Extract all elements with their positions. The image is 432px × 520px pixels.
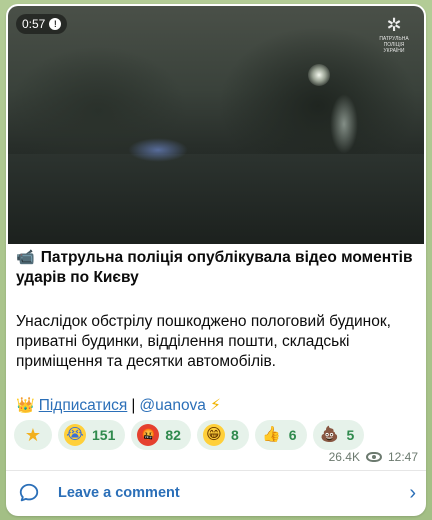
post-body: Унаслідок обстрілу пошкоджено пологовий …: [16, 313, 391, 370]
headline-text: Патрульна поліція опублікувала відео мом…: [16, 249, 413, 286]
post-time: 12:47: [387, 450, 418, 464]
eye-icon: [365, 452, 382, 462]
comment-icon: [18, 482, 40, 504]
reaction-count: 82: [165, 427, 181, 443]
poop-icon: 💩: [320, 426, 339, 443]
channel-post: 0:57 ! ✲ ПАТРУЛЬНА ПОЛІЦІЯ УКРАЇНИ 📹 Патр…: [6, 4, 426, 516]
reaction-star[interactable]: ★: [14, 420, 52, 450]
reactions-bar: ★ 😭 151 🤬 82 😁 8 👍 6 💩 5: [14, 420, 365, 450]
view-count: 26.4K: [328, 450, 360, 464]
video-duration: 0:57: [22, 17, 46, 31]
grinning-face-icon: 😁: [202, 424, 225, 446]
leave-comment-label: Leave a comment: [58, 485, 180, 501]
channel-handle-link[interactable]: @uanova: [139, 396, 206, 416]
patrol-police-logo: ✲ ПАТРУЛЬНА ПОЛІЦІЯ УКРАЇНИ: [374, 14, 414, 54]
leave-comment-button[interactable]: Leave a comment ›: [6, 471, 426, 515]
angry-face-icon: 🤬: [137, 424, 160, 446]
reaction-count: 5: [346, 427, 355, 443]
video-duration-badge: 0:57 !: [16, 14, 68, 34]
chevron-right-icon: ›: [409, 481, 416, 504]
police-emblem-icon: ✲: [386, 15, 402, 35]
video-player[interactable]: 0:57 ! ✲ ПАТРУЛЬНА ПОЛІЦІЯ УКРАЇНИ: [8, 6, 424, 244]
logo-caption: ПАТРУЛЬНА ПОЛІЦІЯ УКРАЇНИ: [379, 36, 409, 54]
crying-face-icon: 😭: [64, 424, 86, 446]
reaction-count: 6: [288, 427, 297, 443]
reaction-crying[interactable]: 😭 151: [58, 420, 126, 450]
post-headline: 📹 Патрульна поліція опублікувала відео мо…: [16, 248, 416, 288]
reaction-angry[interactable]: 🤬 82: [131, 420, 191, 450]
separator: |: [131, 397, 136, 414]
crown-icon: 👑: [16, 397, 35, 414]
reaction-poop[interactable]: 💩 5: [312, 420, 365, 450]
subscribe-line: 👑 Підписатися | @uanova ⚡: [16, 396, 221, 416]
thumbs-up-icon: 👍: [262, 426, 282, 443]
muted-icon[interactable]: !: [49, 18, 62, 30]
reaction-grinning[interactable]: 😁 8: [196, 420, 249, 450]
subscribe-link[interactable]: Підписатися: [39, 396, 128, 416]
star-icon: ★: [24, 425, 42, 445]
post-meta: 26.4K 12:47: [329, 450, 418, 464]
lightning-icon: ⚡: [209, 397, 221, 414]
reaction-thumbs-up[interactable]: 👍 6: [254, 420, 307, 450]
reaction-count: 151: [92, 427, 116, 443]
video-camera-icon: 📹: [16, 249, 35, 266]
reaction-count: 8: [230, 427, 239, 443]
explosion-light: [308, 64, 330, 86]
